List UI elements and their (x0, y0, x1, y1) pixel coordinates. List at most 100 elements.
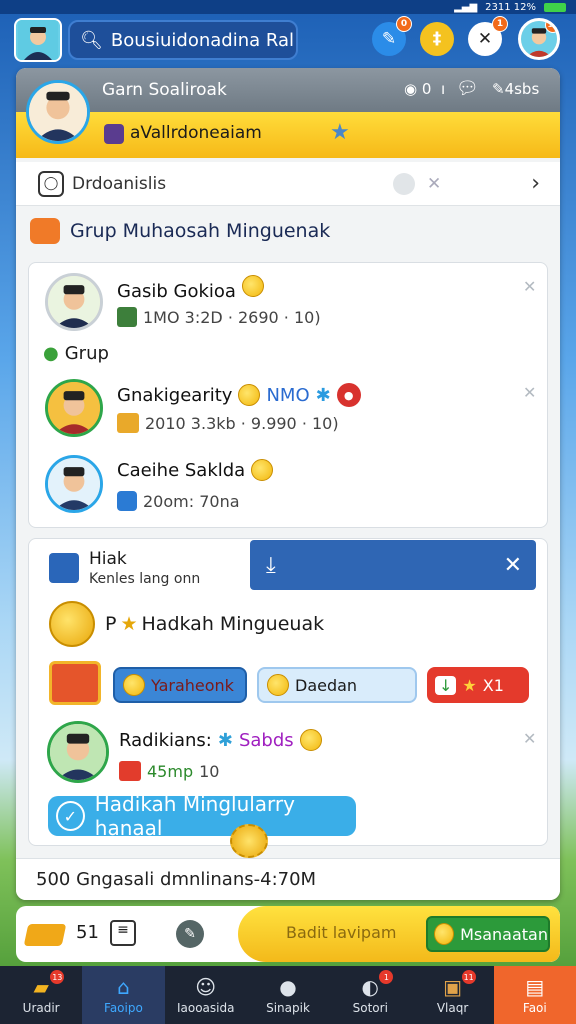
winner-avatar[interactable] (47, 721, 109, 783)
nav-item-sotori[interactable]: ◐ 1 Sotori (329, 966, 411, 1024)
pill-button[interactable]: ↓ ★ X1 (427, 667, 529, 703)
info-label: Drdoanislis (72, 173, 167, 194)
arrow-down-icon: ↓ (435, 675, 457, 695)
list-icon[interactable]: ≡ (110, 920, 136, 946)
store-icon: ▤ (525, 975, 545, 999)
member-avatar[interactable] (45, 379, 103, 437)
notification-badge: 1 (492, 16, 508, 32)
info-row[interactable]: ◯ Drdoanislis ✕ › (16, 162, 560, 206)
reward-banner[interactable]: ⤓ ✕ (250, 540, 536, 590)
loading-icon (392, 172, 415, 195)
bottom-nav: ▰ 13 Uradir ⌂ Faoipo ☺ Iaooasida ● Sinap… (0, 966, 576, 1024)
home-icon: ⌂ (117, 975, 130, 999)
search-icon: 🔍︎ (80, 29, 103, 51)
hadikah-button[interactable]: ✓ Hadikah Minglularry hanaal (48, 792, 356, 840)
crown-icon (123, 674, 145, 696)
close-icon[interactable]: ✕ (427, 174, 441, 194)
member-stats: 20om: 70na (117, 491, 240, 511)
leaf-icon: ● (43, 343, 59, 364)
star-icon[interactable]: ★ (330, 120, 350, 145)
nav-badge: 11 (461, 970, 476, 984)
sparkle-icon: ✱ (315, 384, 331, 406)
coin-icon (267, 674, 289, 696)
top-avatar[interactable] (14, 18, 62, 62)
star-icon: ★ (462, 675, 477, 695)
member-avatar[interactable] (45, 273, 103, 331)
stat-edit[interactable]: ✎4sbs (492, 80, 539, 98)
crown-icon (434, 923, 455, 945)
trophy-coin-icon (49, 601, 95, 647)
game-icon (104, 124, 124, 144)
chart-icon (119, 761, 141, 781)
gift-icon (49, 661, 101, 705)
badge-title: Hiak (89, 549, 127, 569)
eye-icon: ◉ (404, 80, 418, 98)
profile-avatar-button[interactable]: 12 (518, 18, 560, 60)
nav-item-faoi[interactable]: ▤ Faoi (493, 966, 576, 1024)
comment-icon[interactable]: 💬︎ (456, 78, 479, 99)
coin-icon (251, 459, 274, 481)
close-icon[interactable]: ✕ (504, 553, 522, 578)
coin-icon (238, 384, 261, 406)
close-circle-icon: ✕ (477, 29, 493, 49)
nav-item-iaooasida[interactable]: ☺ Iaooasida (165, 966, 247, 1024)
dismiss-icon[interactable]: ✕ (523, 277, 536, 296)
profile-subtitle-bar: aVallrdoneaiam ★ (16, 112, 560, 158)
edit-icon: ✎ (492, 80, 505, 98)
member-name: Caeihe Saklda (117, 459, 274, 481)
main-panel: Garn Soaliroak ◉ 0 ı 💬︎ ✎4sbs aVallrdone… (16, 68, 560, 900)
camera-icon: ◯ (38, 170, 64, 197)
calendar-icon (117, 413, 139, 433)
chat-icon[interactable]: ✎ (176, 920, 204, 948)
coin-button[interactable]: ‡ (420, 22, 454, 56)
profile-name: Garn Soaliroak (102, 80, 227, 100)
coin-icon (299, 729, 322, 751)
profile-badge: 12 (545, 21, 557, 33)
nav-item-uradir[interactable]: ▰ 13 Uradir (0, 966, 82, 1024)
reward-heading: P ★ Hadkah Mingueuak (105, 613, 325, 635)
profile-avatar[interactable] (26, 80, 90, 144)
nav-item-sinapik[interactable]: ● Sinapik (247, 966, 329, 1024)
person-icon: ☺ (195, 975, 217, 999)
profile-subtitle: aVallrdoneaiam (130, 123, 262, 143)
pill-button[interactable]: Yaraheonk (113, 667, 247, 703)
member-stats: 1MO 3:2D · 2690 · 10) (117, 307, 321, 327)
winner-stats: 45mp 10 (119, 761, 219, 781)
winner-name: Radikians: ✱ Sabds (119, 729, 322, 751)
download-icon[interactable]: ⤓ (266, 553, 276, 578)
message-badge: 0 (396, 16, 412, 32)
star-icon: ★ (120, 613, 138, 635)
member-stats: 2010 3.3kb · 9.990 · 10) (117, 413, 339, 433)
message-button[interactable]: ✎ 0 (372, 16, 412, 56)
dismiss-icon[interactable]: ✕ (523, 383, 536, 402)
chevron-right-icon[interactable]: › (531, 171, 540, 196)
facebook-icon (49, 553, 79, 583)
stat-eye[interactable]: ◉ 0 ı (404, 80, 445, 98)
status-bar: ▂▄▆ 2311 12% (0, 0, 576, 14)
check-icon: ✓ (56, 801, 85, 831)
search-bar[interactable]: 🔍︎ Bousiuidonadina Ral (68, 20, 298, 60)
dismiss-icon[interactable]: ✕ (523, 729, 536, 748)
coin-icon (241, 275, 264, 297)
notification-button[interactable]: ✕ 1 (468, 16, 508, 56)
chart-icon (117, 307, 137, 327)
action-label: Badit lavipam (286, 923, 397, 942)
gold-bar-icon (23, 924, 67, 946)
group-title: Grup Muhaosah Minguenak (30, 218, 330, 244)
footer-summary: 500 Gngasali dmnlinans-4:70M (16, 858, 560, 900)
member-avatar[interactable] (45, 455, 103, 513)
badge-subtitle: Kenles lang onn (89, 571, 201, 587)
nav-item-vlaqr[interactable]: ▣ 11 Vlaqr (411, 966, 493, 1024)
pencil-icon (30, 218, 60, 244)
chat-icon: ✎ (381, 29, 397, 49)
members-card: Gasib Gokioa 1MO 3:2D · 2690 · 10) ✕ ● Gr… (28, 262, 548, 528)
badge-icon: ● (336, 383, 361, 407)
chat-icon: ● (279, 975, 297, 999)
sun-coin-icon (230, 824, 268, 858)
status-time: 2311 12% (485, 1, 536, 13)
primary-action-button[interactable]: Msanaatan (426, 916, 550, 952)
nav-badge: 1 (379, 970, 394, 984)
nav-item-faoipo[interactable]: ⌂ Faoipo (82, 966, 165, 1024)
pill-button[interactable]: Daedan (257, 667, 417, 703)
nav-badge: 13 (50, 970, 65, 984)
